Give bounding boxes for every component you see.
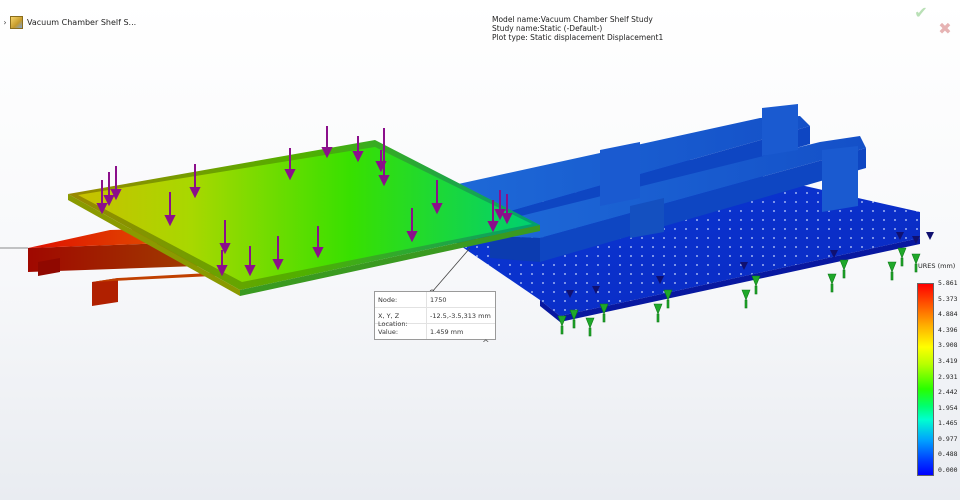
legend-tick-label: 3.419: [938, 356, 958, 365]
probe-value-row: Value: 1.459 mm: [375, 324, 495, 339]
legend-tick-label: 3.908: [938, 341, 958, 350]
probe-node-row: Node: 1750: [375, 292, 495, 308]
probe-location-label: X, Y, Z Location:: [375, 308, 427, 328]
collapse-chevron-icon[interactable]: ^: [482, 339, 490, 349]
probe-leader-line: [431, 247, 471, 293]
legend-tick-label: 2.442: [938, 388, 958, 397]
legend-tick-label: 5.373: [938, 294, 958, 303]
legend-title: URES (mm): [918, 262, 956, 270]
legend-tick-label: 4.396: [938, 325, 958, 334]
model-viewport[interactable]: [0, 0, 960, 500]
probe-location-value: -12.5,-3.5,313 mm: [430, 312, 491, 320]
legend-color-bar: [917, 283, 934, 476]
legend-tick-label: 5.861: [938, 279, 958, 287]
probe-result-box: Node: 1750 X, Y, Z Location: -12.5,-3.5,…: [374, 291, 496, 340]
legend-tick-label: 0.977: [938, 434, 958, 443]
probe-node-label: Node:: [375, 292, 427, 307]
legend-tick-label: 1.954: [938, 403, 958, 412]
legend-tick-label: 1.465: [938, 419, 958, 428]
top-shelf-plate: [68, 140, 540, 296]
probe-location-row: X, Y, Z Location: -12.5,-3.5,313 mm: [375, 308, 495, 328]
probe-value-value: 1.459 mm: [430, 328, 464, 336]
legend-tick-label: 0.488: [938, 450, 958, 459]
probe-node-value: 1750: [430, 296, 447, 304]
legend-tick-label: 2.931: [938, 372, 958, 381]
legend-tick-label: 0.000: [938, 466, 958, 474]
probe-value-label: Value:: [375, 324, 427, 339]
legend-tick-label: 4.884: [938, 310, 958, 319]
